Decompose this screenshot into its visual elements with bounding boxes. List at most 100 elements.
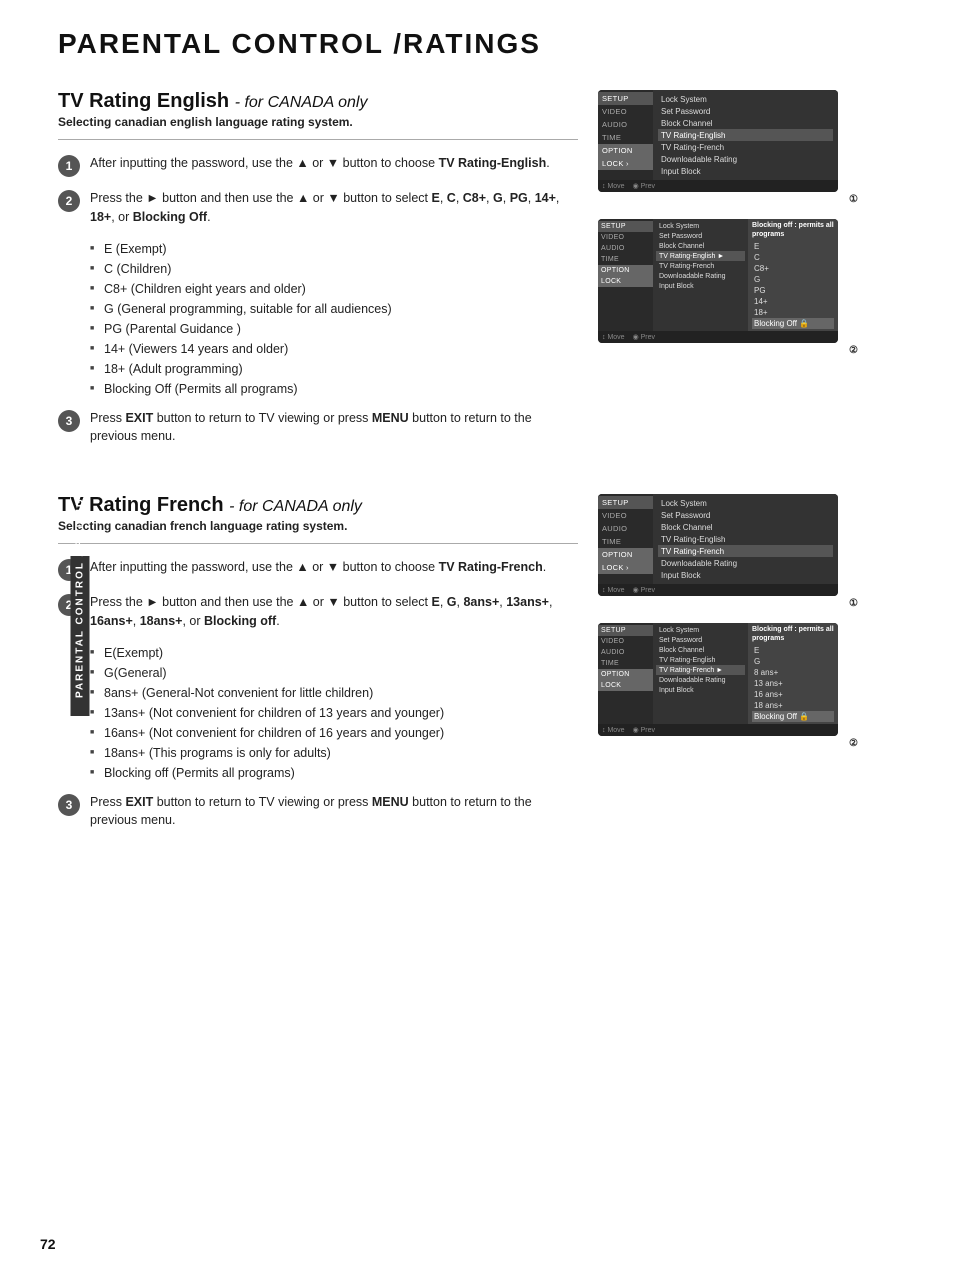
- menu4-input-block: Input Block: [656, 685, 745, 695]
- menu4-set-password: Set Password: [656, 635, 745, 645]
- bullet-item-f: 16ans+ (Not convenient for children of 1…: [90, 723, 578, 743]
- menu2-block-channel: Block Channel: [656, 241, 745, 251]
- section1-subtitle: Selecting canadian english language rati…: [58, 115, 578, 129]
- menu4-lock-system: Lock System: [656, 625, 745, 635]
- tv-mockup-french-2: SETUP VIDEO AUDIO TIME OPTION LOCK Lock …: [598, 623, 858, 749]
- menu-block-channel: Block Channel: [658, 117, 833, 129]
- step1-french: 1 After inputting the password, use the …: [58, 558, 578, 581]
- sidebar4-time: TIME: [598, 658, 653, 669]
- bullet-item: 14+ (Viewers 14 years and older): [90, 339, 578, 359]
- sidebar2-setup: SETUP: [598, 221, 653, 232]
- sidebar2-time: TIME: [598, 254, 653, 265]
- menu4-block-channel: Block Channel: [656, 645, 745, 655]
- step2-content: Press the ► button and then use the ▲ or…: [90, 189, 578, 227]
- sidebar3-video: VIDEO: [598, 509, 653, 522]
- footer4-move: ↕ Move: [602, 726, 625, 734]
- bullet-item-f: Blocking off (Permits all programs): [90, 763, 578, 783]
- bullets-english: E (Exempt) C (Children) C8+ (Children ei…: [90, 239, 578, 399]
- bullet-item-f: 8ans+ (General-Not convenient for little…: [90, 683, 578, 703]
- submenu-title-english: Blocking off : permits all programs: [752, 221, 834, 239]
- footer-prev: ◉ Prev: [633, 182, 655, 190]
- menu2-lock-system: Lock System: [656, 221, 745, 231]
- menu2-set-password: Set Password: [656, 231, 745, 241]
- screen-number-1: ①: [598, 194, 858, 205]
- menu3-block-channel: Block Channel: [658, 521, 833, 533]
- right-col-french: SETUP VIDEO AUDIO TIME OPTION LOCK › Loc…: [598, 494, 858, 842]
- step1-number: 1: [58, 155, 80, 177]
- bullet-item: C (Children): [90, 259, 578, 279]
- menu4-tv-rating-french: TV Rating-French ►: [656, 665, 745, 675]
- bullet-item-f: 13ans+ (Not convenient for children of 1…: [90, 703, 578, 723]
- footer-move: ↕ Move: [602, 182, 625, 190]
- menu-tv-rating-english: TV Rating-English: [658, 129, 833, 141]
- step3-french: 3 Press EXIT button to return to TV view…: [58, 793, 578, 831]
- sidebar4-setup: SETUP: [598, 625, 653, 636]
- menu4-tv-rating-english: TV Rating-English: [656, 655, 745, 665]
- menu2-input-block: Input Block: [656, 281, 745, 291]
- step2-english: 2 Press the ► button and then use the ▲ …: [58, 189, 578, 227]
- step2-number: 2: [58, 190, 80, 212]
- section-tv-rating-english: TV Rating English - for CANADA only Sele…: [58, 90, 924, 458]
- step3-english: 3 Press EXIT button to return to TV view…: [58, 409, 578, 447]
- section-tv-rating-french: TV Rating French - for CANADA only Selec…: [58, 494, 924, 842]
- sidebar2-option: OPTION: [598, 265, 653, 276]
- step3-content: Press EXIT button to return to TV viewin…: [90, 409, 578, 447]
- bullet-item-f: E(Exempt): [90, 643, 578, 663]
- screen-number-2: ②: [598, 345, 858, 356]
- sidebar3-setup: SETUP: [598, 496, 653, 509]
- bullet-item-f: G(General): [90, 663, 578, 683]
- tv-mockup-french-1: SETUP VIDEO AUDIO TIME OPTION LOCK › Loc…: [598, 494, 858, 609]
- page-title: PARENTAL CONTROL /RATINGS: [58, 28, 924, 60]
- bullet-item: PG (Parental Guidance ): [90, 319, 578, 339]
- bullet-item: E (Exempt): [90, 239, 578, 259]
- bullet-item: 18+ (Adult programming): [90, 359, 578, 379]
- menu3-downloadable-rating: Downloadable Rating: [658, 557, 833, 569]
- menu3-tv-rating-french: TV Rating-French: [658, 545, 833, 557]
- screen-number-3: ①: [598, 598, 858, 609]
- footer3-prev: ◉ Prev: [633, 586, 655, 594]
- footer2-prev: ◉ Prev: [633, 333, 655, 341]
- footer4-prev: ◉ Prev: [633, 726, 655, 734]
- tv-mockup-english-1: SETUP VIDEO AUDIO TIME OPTION LOCK › Loc…: [598, 90, 858, 205]
- menu3-tv-rating-english: TV Rating-English: [658, 533, 833, 545]
- footer2-move: ↕ Move: [602, 333, 625, 341]
- sidebar4-option: OPTION: [598, 669, 653, 680]
- side-tab: PARENTAL CONTROL / RATING: [71, 556, 90, 716]
- screen-number-4: ②: [598, 738, 858, 749]
- menu-tv-rating-french: TV Rating-French: [658, 141, 833, 153]
- sidebar4-video: VIDEO: [598, 636, 653, 647]
- step2f-content: Press the ► button and then use the ▲ or…: [90, 593, 578, 631]
- menu3-input-block: Input Block: [658, 569, 833, 581]
- menu2-tv-rating-english: TV Rating-English ►: [656, 251, 745, 261]
- bullet-item-f: 18ans+ (This programs is only for adults…: [90, 743, 578, 763]
- sidebar-lock: LOCK ›: [598, 157, 653, 170]
- step3-number: 3: [58, 410, 80, 432]
- menu4-downloadable-rating: Downloadable Rating: [656, 675, 745, 685]
- tv-mockup-english-2: SETUP VIDEO AUDIO TIME OPTION LOCK Lock …: [598, 219, 858, 356]
- section2-title: TV Rating French - for CANADA only: [58, 494, 578, 517]
- step1-english: 1 After inputting the password, use the …: [58, 154, 578, 177]
- step2-french: 2 Press the ► button and then use the ▲ …: [58, 593, 578, 631]
- bullet-item: C8+ (Children eight years and older): [90, 279, 578, 299]
- step3f-number: 3: [58, 794, 80, 816]
- menu-input-block: Input Block: [658, 165, 833, 177]
- sidebar4-audio: AUDIO: [598, 647, 653, 658]
- sidebar-option: OPTION: [598, 144, 653, 157]
- sidebar2-video: VIDEO: [598, 232, 653, 243]
- sidebar-setup: SETUP: [598, 92, 653, 105]
- sidebar-time: TIME: [598, 131, 653, 144]
- sidebar3-lock: LOCK ›: [598, 561, 653, 574]
- right-col-english: SETUP VIDEO AUDIO TIME OPTION LOCK › Loc…: [598, 90, 858, 458]
- step3f-content: Press EXIT button to return to TV viewin…: [90, 793, 578, 831]
- section2-subtitle: Selecting canadian french language ratin…: [58, 519, 578, 533]
- sidebar3-time: TIME: [598, 535, 653, 548]
- section1-title: TV Rating English - for CANADA only: [58, 90, 578, 113]
- menu2-downloadable-rating: Downloadable Rating: [656, 271, 745, 281]
- menu-lock-system: Lock System: [658, 93, 833, 105]
- sidebar3-audio: AUDIO: [598, 522, 653, 535]
- menu3-set-password: Set Password: [658, 509, 833, 521]
- sidebar-audio: AUDIO: [598, 118, 653, 131]
- menu2-tv-rating-french: TV Rating-French: [656, 261, 745, 271]
- sidebar3-option: OPTION: [598, 548, 653, 561]
- step1-content: After inputting the password, use the ▲ …: [90, 154, 578, 173]
